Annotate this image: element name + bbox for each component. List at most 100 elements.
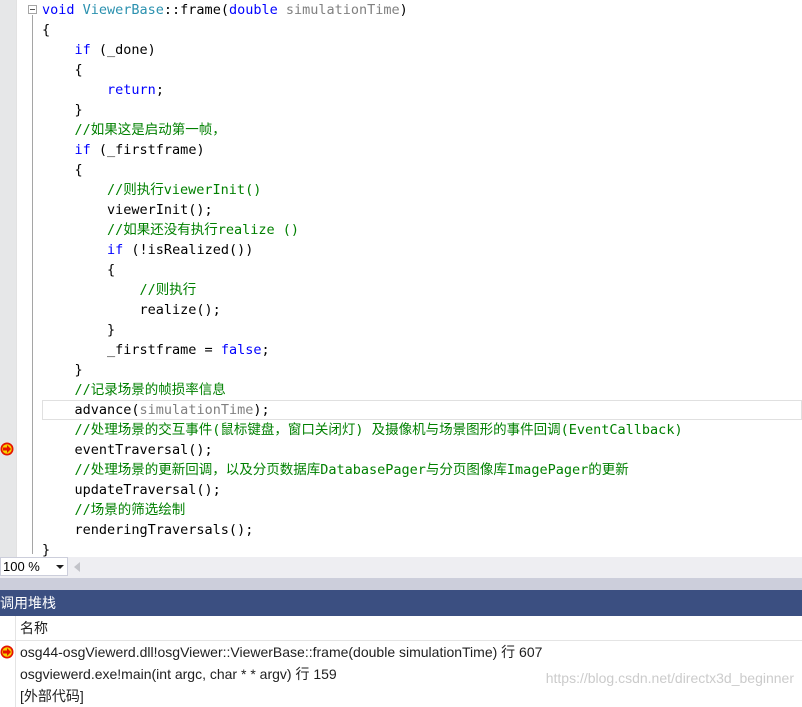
code-line[interactable]: { [42, 60, 802, 80]
code-line[interactable]: } [42, 360, 802, 380]
zoom-value: 100 % [3, 559, 40, 574]
code-token: if [74, 42, 91, 58]
code-token: ) [399, 2, 408, 18]
collapse-toggle[interactable] [28, 5, 37, 14]
code-line[interactable]: return; [42, 80, 802, 100]
code-token: if [74, 142, 91, 158]
code-token: ::frame( [163, 2, 229, 18]
code-token: (_done) [90, 42, 156, 58]
panel-splitter[interactable] [0, 578, 802, 590]
code-editor[interactable]: void ViewerBase::frame(double simulation… [0, 0, 802, 557]
code-token: (_firstframe) [90, 142, 205, 158]
code-token: { [42, 262, 116, 278]
code-token: eventTraversal(); [42, 442, 213, 458]
code-token: //处理场景的更新回调，以及分页数据库DatabasePager与分页图像库Im… [74, 462, 629, 478]
code-line[interactable]: //如果这是启动第一帧， [42, 120, 802, 140]
code-token: //则执行viewerInit() [107, 182, 262, 198]
outline-fold-line [32, 15, 33, 554]
active-frame-arrow-icon [0, 645, 14, 659]
watermark: https://blog.csdn.net/directx3d_beginner [545, 670, 794, 686]
code-token: //如果还没有执行realize () [107, 222, 300, 238]
code-line[interactable]: renderingTraversals(); [42, 520, 802, 540]
code-line[interactable]: //处理场景的更新回调，以及分页数据库DatabasePager与分页图像库Im… [42, 460, 802, 480]
code-token: //记录场景的帧损率信息 [74, 382, 226, 398]
code-token: { [42, 22, 51, 38]
call-stack-title-bar[interactable]: 调用堆栈 [0, 590, 802, 616]
code-line[interactable]: //则执行viewerInit() [42, 180, 802, 200]
code-token: void [42, 2, 83, 18]
code-line[interactable]: //处理场景的交互事件(鼠标键盘，窗口关闭灯) 及摄像机与场景图形的事件回调(E… [42, 420, 802, 440]
code-line[interactable]: if (_done) [42, 40, 802, 60]
code-token: //如果这是启动第一帧， [74, 122, 226, 138]
code-token: { [42, 162, 83, 178]
code-token: } [42, 542, 51, 557]
code-token: //场景的筛选绘制 [74, 502, 186, 518]
gutter-divider [16, 0, 17, 557]
code-line[interactable]: eventTraversal(); [42, 440, 802, 460]
chevron-down-icon [56, 565, 64, 569]
code-line[interactable]: viewerInit(); [42, 200, 802, 220]
code-token: return [107, 82, 156, 98]
code-line[interactable]: realize(); [42, 300, 802, 320]
code-line[interactable]: { [42, 260, 802, 280]
code-line[interactable]: _firstframe = false; [42, 340, 802, 360]
call-stack-row[interactable]: osg44-osgViewerd.dll!osgViewer::ViewerBa… [0, 641, 802, 663]
code-token: simulationTime [285, 2, 400, 18]
scroll-left-icon[interactable] [74, 562, 80, 572]
code-line[interactable]: if (_firstframe) [42, 140, 802, 160]
call-stack-row[interactable]: [外部代码] [0, 685, 802, 707]
code-token: ViewerBase [82, 2, 164, 18]
code-line[interactable]: advance(simulationTime); [42, 400, 802, 420]
code-token: simulationTime [139, 402, 254, 418]
code-token: { [42, 62, 83, 78]
panel-title: 调用堆栈 [0, 595, 56, 611]
code-line[interactable]: { [42, 20, 802, 40]
header-gutter [0, 616, 16, 640]
code-line[interactable]: } [42, 100, 802, 120]
code-token: ; [261, 342, 270, 358]
code-token: advance( [42, 402, 140, 418]
call-stack-frame: [外部代码] [20, 688, 84, 704]
code-line[interactable]: { [42, 160, 802, 180]
code-line[interactable]: //记录场景的帧损率信息 [42, 380, 802, 400]
code-line[interactable]: //如果还没有执行realize () [42, 220, 802, 240]
code-token: } [42, 362, 83, 378]
call-stack-frame: osg44-osgViewerd.dll!osgViewer::ViewerBa… [20, 644, 543, 660]
code-token: ; [155, 82, 164, 98]
code-line[interactable]: } [42, 540, 802, 557]
code-token: if [107, 242, 124, 258]
code-line[interactable]: } [42, 320, 802, 340]
code-token: double [228, 2, 286, 18]
code-line[interactable]: //则执行 [42, 280, 802, 300]
zoom-dropdown[interactable]: 100 % [0, 557, 68, 576]
code-token: (!isRealized()) [123, 242, 254, 258]
call-stack-column-header[interactable]: 名称 [0, 616, 802, 641]
code-line[interactable]: //场景的筛选绘制 [42, 500, 802, 520]
code-token: //处理场景的交互事件(鼠标键盘，窗口关闭灯) 及摄像机与场景图形的事件回调(E… [74, 422, 683, 438]
code-token: viewerInit(); [42, 202, 213, 218]
code-token: false [220, 342, 262, 358]
code-token: _firstframe = [42, 342, 221, 358]
code-token: //则执行 [139, 282, 197, 298]
code-token: } [42, 322, 116, 338]
breakpoint-gutter[interactable] [0, 0, 16, 557]
code-lines[interactable]: void ViewerBase::frame(double simulation… [42, 0, 802, 557]
code-token: } [42, 102, 83, 118]
code-token: updateTraversal(); [42, 482, 221, 498]
code-line[interactable]: if (!isRealized()) [42, 240, 802, 260]
row-gutter [0, 685, 16, 707]
code-line[interactable]: updateTraversal(); [42, 480, 802, 500]
code-line[interactable]: void ViewerBase::frame(double simulation… [42, 0, 802, 20]
row-gutter [0, 663, 16, 685]
editor-bottom-bar: 100 % [0, 557, 802, 578]
